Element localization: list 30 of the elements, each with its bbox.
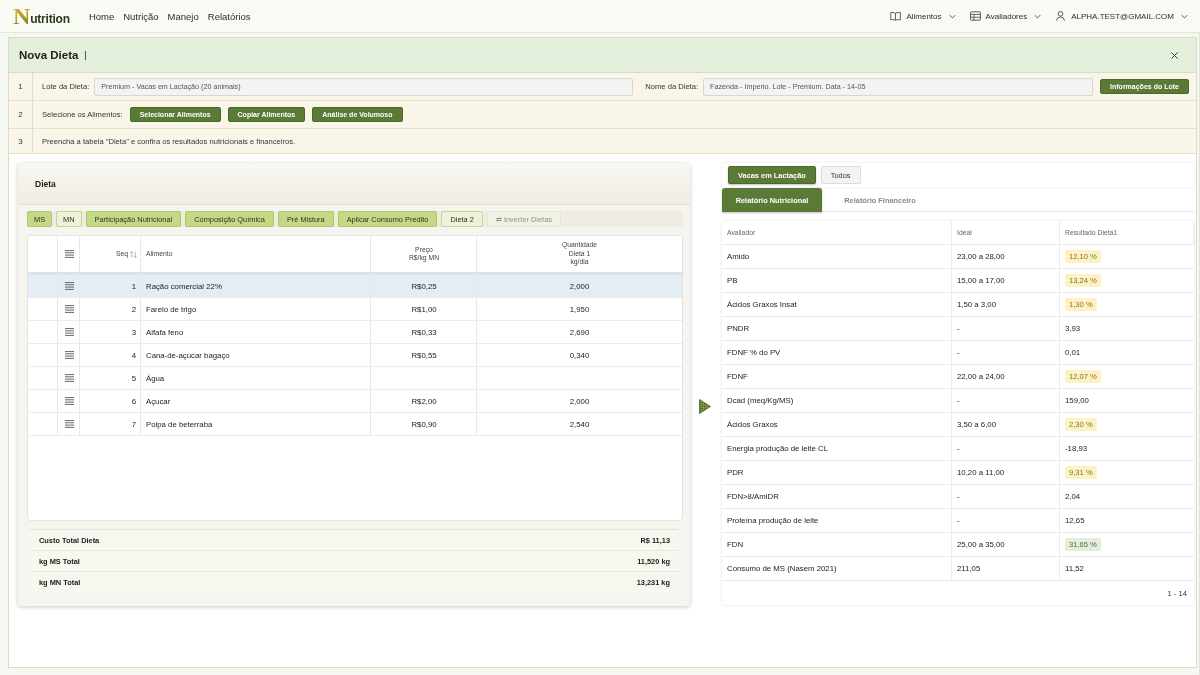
close-button[interactable] xyxy=(1168,49,1180,61)
step-number: 1 xyxy=(9,73,33,100)
nav-link[interactable]: Home xyxy=(88,10,115,22)
drag-handle-icon[interactable] xyxy=(64,397,74,405)
drag-handle-icon[interactable] xyxy=(64,282,74,290)
chevron-down-icon xyxy=(1034,13,1042,19)
user-icon xyxy=(1055,11,1067,21)
drag-handle-icon[interactable] xyxy=(64,420,74,428)
drag-handle-icon[interactable] xyxy=(64,328,74,336)
chevron-down-icon xyxy=(948,13,956,19)
dialog-title: Nova Dieta xyxy=(19,49,79,61)
nav-link[interactable]: Relatórios xyxy=(207,10,251,22)
triangle-right-icon[interactable] xyxy=(699,399,711,414)
step-number: 2 xyxy=(9,101,33,128)
table-icon xyxy=(969,11,981,21)
column-menu-icon[interactable] xyxy=(64,250,74,258)
nav-link[interactable]: Nutrição xyxy=(123,10,159,22)
drag-handle-icon[interactable] xyxy=(64,374,74,382)
nav-link[interactable]: Manejo xyxy=(167,10,199,22)
book-icon xyxy=(890,11,902,21)
close-icon xyxy=(1170,51,1178,59)
step-number: 3 xyxy=(9,129,33,153)
chevron-down-icon xyxy=(1181,13,1188,19)
dropdown-menu[interactable]: Alimentos xyxy=(890,11,956,21)
dropdown-menu[interactable]: ALPHA.TEST@GMAIL.COM xyxy=(1055,11,1188,21)
card-title: Dieta xyxy=(35,178,56,189)
dropdown-menu[interactable]: Avaliadores xyxy=(969,11,1042,21)
logo[interactable]: Nutrition xyxy=(13,5,70,27)
drag-handle-icon[interactable] xyxy=(64,305,74,313)
drag-handle-icon[interactable] xyxy=(64,351,74,359)
